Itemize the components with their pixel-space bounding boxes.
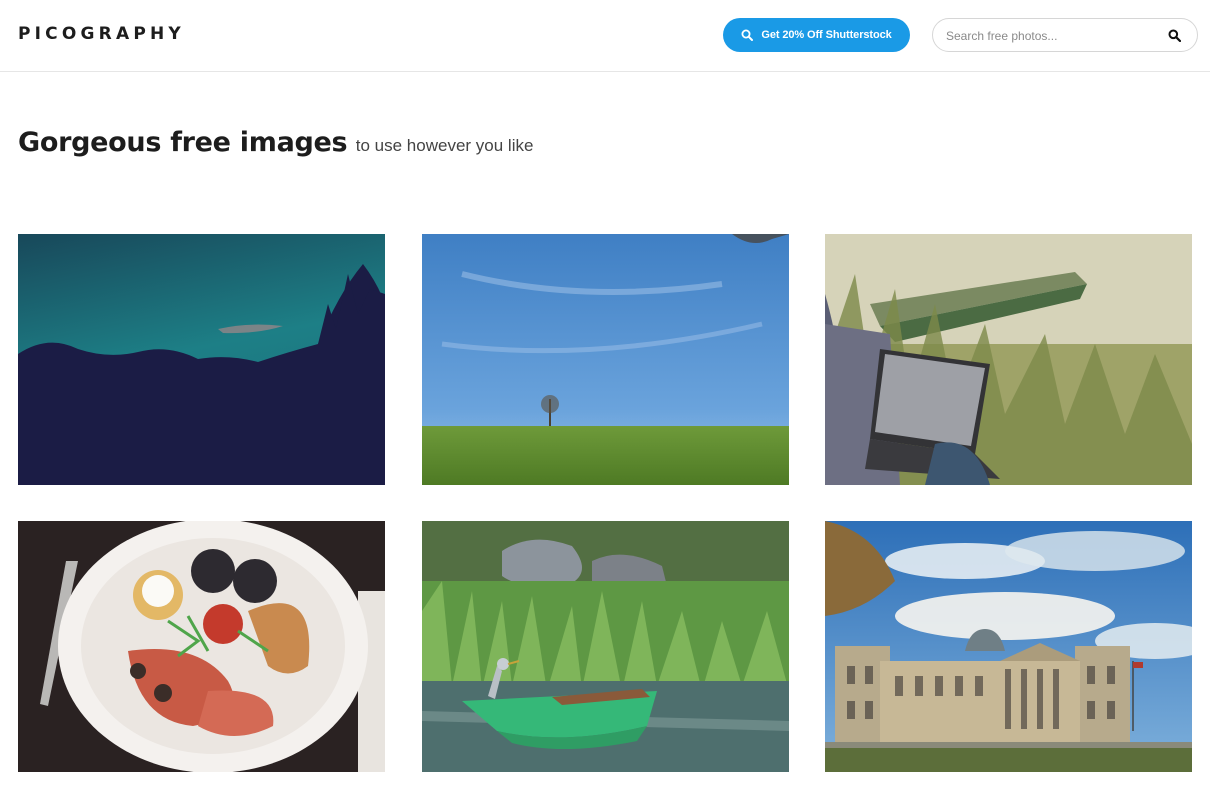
photo-reichstag-building xyxy=(825,521,1192,772)
photo-dusk-silhouette xyxy=(18,234,385,485)
site-header: PICOGRAPHY Get 20% Off Shutterstock xyxy=(0,0,1210,72)
photo-card[interactable] xyxy=(825,521,1192,772)
shutterstock-discount-label: Get 20% Off Shutterstock xyxy=(761,29,892,41)
photo-card[interactable] xyxy=(422,234,789,485)
photo-card[interactable] xyxy=(422,521,789,772)
page-subtitle: to use however you like xyxy=(355,136,534,155)
search-icon[interactable] xyxy=(1168,29,1181,42)
site-logo[interactable]: PICOGRAPHY xyxy=(18,24,185,44)
photo-breakfast-plate xyxy=(18,521,385,772)
photo-card[interactable] xyxy=(18,234,385,485)
search-icon xyxy=(741,29,754,41)
photo-laptop-rowboat xyxy=(825,234,1192,485)
shutterstock-discount-button[interactable]: Get 20% Off Shutterstock xyxy=(723,18,910,52)
photo-card[interactable] xyxy=(18,521,385,772)
page-headline: Gorgeous free images to use however you … xyxy=(18,127,533,158)
page-title: Gorgeous free images xyxy=(18,127,348,158)
search-box xyxy=(932,18,1198,52)
photo-lone-tree-field xyxy=(422,234,789,485)
photo-card[interactable] xyxy=(825,234,1192,485)
search-input[interactable] xyxy=(946,27,1156,45)
photo-heron-green-boat xyxy=(422,521,789,772)
